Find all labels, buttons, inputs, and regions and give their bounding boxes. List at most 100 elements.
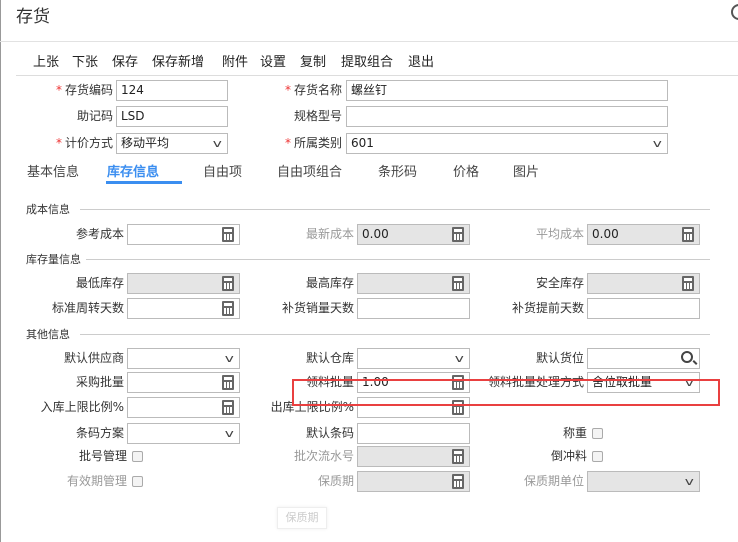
section-2-field-13-input xyxy=(357,446,470,467)
section-2-field-0-label-text: 默认供应商 xyxy=(63,351,124,365)
section-2-field-3-input[interactable] xyxy=(127,372,240,393)
calculator-icon[interactable] xyxy=(222,400,234,415)
toolbar-button-4[interactable]: 附件 xyxy=(222,51,248,70)
section-2-field-1-select[interactable]: v xyxy=(357,348,470,369)
tab-3[interactable]: 自由项组合 xyxy=(277,161,342,180)
toolbar-button-3[interactable]: 保存新增 xyxy=(152,51,204,70)
chevron-down-icon[interactable]: v xyxy=(455,349,464,368)
section-1-field-5-label-text: 补货提前天数 xyxy=(511,301,584,315)
section-0-field-2-label: 平均成本 xyxy=(536,224,584,244)
basic-field-4-value: 移动平均 xyxy=(121,136,170,150)
basic-field-3-input[interactable] xyxy=(346,106,668,127)
calculator-icon[interactable] xyxy=(222,375,234,390)
section-1-field-3-input[interactable] xyxy=(127,298,240,319)
section-2-field-6-input[interactable] xyxy=(127,397,240,418)
section-2-field-15-label: 有效期管理 xyxy=(67,471,127,491)
section-2-field-2-label: 默认货位 xyxy=(536,348,584,368)
section-2-field-17-select: v xyxy=(587,471,700,492)
basic-field-2-label: 助记码 xyxy=(77,106,113,126)
tab-1[interactable]: 库存信息 xyxy=(107,161,159,180)
section-2-field-12-checkbox[interactable] xyxy=(132,451,143,462)
section-2-field-16-label-text: 保质期 xyxy=(317,474,354,488)
basic-field-5-label: * 所属类别 xyxy=(285,133,342,153)
section-title-1: 库存量信息 xyxy=(26,253,81,266)
tab-5[interactable]: 价格 xyxy=(453,161,479,180)
section-2-field-6-label-text: 入库上限比例% xyxy=(40,400,124,414)
chevron-down-icon[interactable]: v xyxy=(653,134,662,153)
section-1-field-4-input[interactable] xyxy=(357,298,470,319)
section-divider xyxy=(86,259,710,260)
basic-field-2-input[interactable]: LSD xyxy=(116,106,228,127)
basic-field-1-value: 螺丝钉 xyxy=(351,83,388,97)
section-1-field-2-label: 安全库存 xyxy=(536,273,584,293)
tab-4[interactable]: 条形码 xyxy=(378,161,417,180)
section-1-field-1-label: 最高库存 xyxy=(306,273,354,293)
section-0-field-1-value: 0.00 xyxy=(362,227,389,241)
calculator-icon xyxy=(222,276,234,291)
calculator-icon xyxy=(452,474,464,489)
basic-field-4-label-text: 计价方式 xyxy=(64,136,113,150)
section-2-field-0-select[interactable]: v xyxy=(127,348,240,369)
toolbar-button-8[interactable]: 退出 xyxy=(408,51,434,70)
section-2-field-3-label-text: 采购批量 xyxy=(75,375,124,389)
section-2-field-2-label-text: 默认货位 xyxy=(535,351,584,365)
section-2-field-9-select[interactable]: v xyxy=(127,423,240,444)
required-asterisk: * xyxy=(55,83,62,97)
basic-field-1-input[interactable]: 螺丝钉 xyxy=(346,80,668,101)
chevron-down-icon[interactable]: v xyxy=(213,134,222,153)
section-2-field-15-checkbox[interactable] xyxy=(132,476,143,487)
section-1-field-5-input[interactable] xyxy=(587,298,700,319)
section-0-field-0-input[interactable] xyxy=(127,224,240,245)
section-0-field-0-label: 参考成本 xyxy=(76,224,124,244)
section-1-field-4-label: 补货销量天数 xyxy=(282,298,354,318)
section-1-field-0-input xyxy=(127,273,240,294)
section-2-field-10-input[interactable] xyxy=(357,423,470,444)
window-edge xyxy=(0,0,1,542)
section-1-field-1-label-text: 最高库存 xyxy=(305,276,354,290)
basic-field-2-label-text: 助记码 xyxy=(76,109,113,123)
toolbar-button-2[interactable]: 保存 xyxy=(112,51,138,70)
basic-field-0-value: 124 xyxy=(121,83,144,97)
toolbar-button-6[interactable]: 复制 xyxy=(300,51,326,70)
section-2-field-16-label: 保质期 xyxy=(318,471,354,491)
basic-field-3-label: 规格型号 xyxy=(294,106,342,126)
toolbar-button-0[interactable]: 上张 xyxy=(33,51,59,70)
basic-field-4-select[interactable]: 移动平均 v xyxy=(116,133,228,154)
section-2-field-11-checkbox[interactable] xyxy=(592,428,603,439)
chevron-down-icon[interactable]: v xyxy=(225,424,234,443)
basic-field-4-label: * 计价方式 xyxy=(56,133,113,153)
toolbar-button-1[interactable]: 下张 xyxy=(72,51,98,70)
section-0-field-0-label-text: 参考成本 xyxy=(75,227,124,241)
shelf-life-button[interactable]: 保质期 xyxy=(277,507,327,529)
section-2-field-14-checkbox[interactable] xyxy=(592,451,603,462)
toolbar-button-5[interactable]: 设置 xyxy=(260,51,286,70)
section-2-field-13-label-text: 批次流水号 xyxy=(293,449,354,463)
tab-6[interactable]: 图片 xyxy=(513,161,539,180)
section-2-field-13-label: 批次流水号 xyxy=(294,446,354,466)
basic-field-0-input[interactable]: 124 xyxy=(116,80,228,101)
tab-0[interactable]: 基本信息 xyxy=(27,161,79,180)
section-2-field-17-label-text: 保质期单位 xyxy=(523,474,584,488)
tab-2[interactable]: 自由项 xyxy=(203,161,242,180)
calculator-icon[interactable] xyxy=(222,227,234,242)
calculator-icon xyxy=(452,227,464,242)
section-2-field-11-label-text: 称重 xyxy=(562,426,587,440)
search-icon[interactable] xyxy=(681,351,693,363)
toolbar-button-7[interactable]: 提取组合 xyxy=(341,51,393,70)
calculator-icon[interactable] xyxy=(222,301,234,316)
divider xyxy=(0,41,738,42)
section-2-field-15-label-text: 有效期管理 xyxy=(66,474,127,488)
chevron-down-icon[interactable]: v xyxy=(225,349,234,368)
section-2-field-11-label: 称重 xyxy=(563,423,587,443)
section-1-field-5-label: 补货提前天数 xyxy=(512,298,584,318)
section-2-field-2-input[interactable] xyxy=(587,348,700,369)
section-2-field-3-label: 采购批量 xyxy=(76,372,124,392)
section-title-2: 其他信息 xyxy=(26,328,70,341)
window-title: 存货 xyxy=(16,7,50,27)
close-icon[interactable] xyxy=(731,4,738,20)
section-1-field-0-label-text: 最低库存 xyxy=(75,276,124,290)
section-divider xyxy=(80,209,710,210)
basic-field-5-select[interactable]: 601 v xyxy=(346,133,668,154)
basic-field-0-label: * 存货编码 xyxy=(56,80,113,100)
section-2-field-6-label: 入库上限比例% xyxy=(41,397,124,417)
